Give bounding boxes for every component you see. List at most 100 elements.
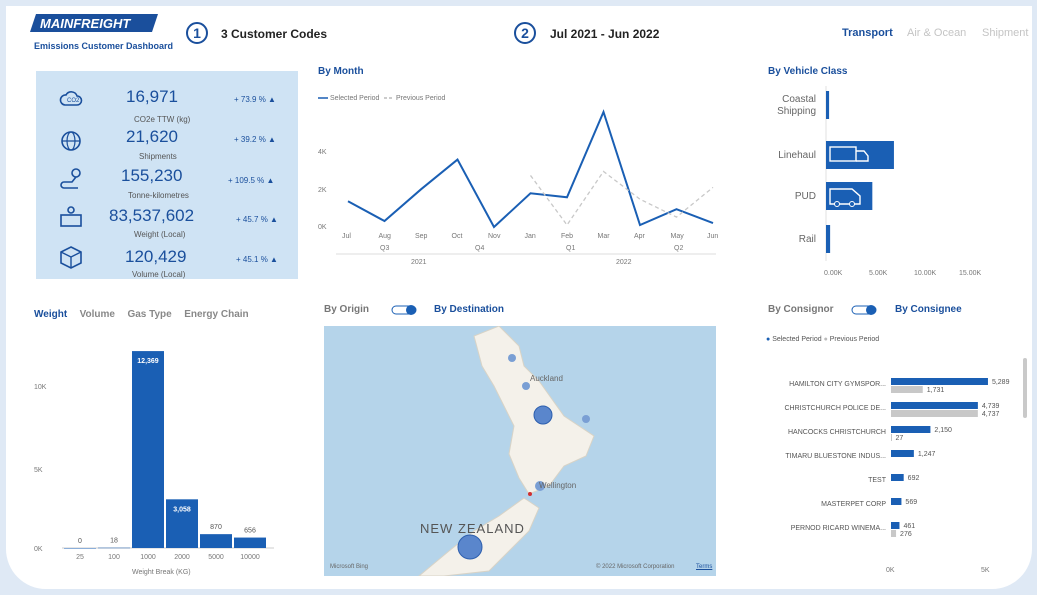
consignee-selected-bar[interactable] [891, 402, 978, 409]
consignee-selected-bar[interactable] [891, 426, 931, 433]
consignee-label: HANCOCKS CHRISTCHURCH [788, 429, 886, 436]
consignee-label: TEST [868, 477, 887, 484]
destination-toggle-label[interactable]: By Destination [434, 304, 504, 315]
kpi-volume-change: + 45.1 % ▲ [236, 255, 278, 264]
by-month-chart[interactable]: Selected Period Previous Period 4K 2K 0K… [316, 88, 726, 273]
consignee-selected-value: 569 [905, 499, 917, 506]
weight-break-chart[interactable]: 10K 5K 0K 0 25 18 100 12,369 1000 3,058 2000 870… [32, 331, 292, 576]
consignor-toggle-label[interactable]: By Consignor [768, 304, 834, 315]
consignee-previous-bar[interactable] [891, 410, 978, 417]
globe-icon [61, 131, 81, 151]
consignee-bars-group: HAMILTON CITY GYMSPOR... 5,289 1,731 CHRIST… [784, 378, 1010, 538]
map-bubble[interactable] [522, 382, 530, 390]
weight-bar-label: 12,369 [137, 358, 159, 365]
consignee-x-tick-0k: 0K [886, 567, 895, 574]
consignee-selected-bar[interactable] [891, 378, 988, 385]
map-copyright: © 2022 Microsoft Corporation [596, 564, 675, 570]
consignee-previous-value: 27 [895, 435, 903, 442]
customer-codes-selector[interactable]: 3 Customer Codes [221, 27, 327, 41]
tab-energy-chain[interactable]: Energy Chain [184, 309, 248, 320]
tab-air-ocean[interactable]: Air & Ocean [907, 27, 966, 39]
tab-gas-type[interactable]: Gas Type [127, 309, 171, 320]
x-tick-apr: Apr [634, 233, 646, 240]
map-city-auckland: Auckland [530, 374, 563, 383]
x-tick-nov: Nov [488, 233, 501, 240]
y-tick-5k: 5K [34, 467, 43, 474]
vehicle-bar[interactable] [826, 182, 873, 210]
vehicle-bar[interactable] [826, 91, 830, 119]
weight-bar-label: 3,058 [173, 506, 191, 513]
consignee-legend-selected: Selected Period [772, 336, 822, 343]
vehicle-label-rail: Rail [799, 234, 816, 245]
weight-x-tick: 10000 [240, 554, 260, 561]
selected-period-line[interactable] [347, 109, 714, 229]
consignee-legend-previous: Previous Period [829, 336, 880, 343]
tab-shipment[interactable]: Shipment [982, 27, 1028, 39]
vehicle-bar[interactable] [826, 141, 894, 169]
map-bubble[interactable] [582, 415, 590, 423]
tab-transport[interactable]: Transport [842, 27, 893, 39]
destination-map[interactable]: Auckland Wellington NEW ZEALAND Microsof… [324, 326, 716, 576]
scale-icon [60, 206, 82, 227]
consignee-label: TIMARU BLUESTONE INDUS... [785, 453, 886, 460]
map-terms-link[interactable]: Terms [696, 564, 712, 570]
consignee-label: MASTERPET CORP [821, 501, 886, 508]
vehicle-bar[interactable] [826, 225, 831, 253]
by-vehicle-chart[interactable]: CoastalShipping Linehaul PUD Rail 0.00K 5.00K… [746, 81, 1031, 281]
consignee-label: CHRISTCHURCH POLICE DE... [784, 405, 886, 412]
consignee-toggle-label[interactable]: By Consignee [895, 304, 962, 315]
origin-toggle-label[interactable]: By Origin [324, 304, 369, 315]
consignee-scrollbar[interactable] [1023, 358, 1027, 418]
x-tick-jun: Jun [707, 233, 718, 240]
consignee-selected-bar[interactable] [891, 474, 904, 481]
map-bubble[interactable] [457, 534, 483, 560]
y-tick-4k: 4K [318, 149, 327, 156]
by-consignee-chart[interactable]: HAMILTON CITY GYMSPOR... 5,289 1,731 CHRIST… [756, 356, 1026, 581]
x-tick-aug: Aug [379, 233, 392, 240]
consignee-previous-bar[interactable] [891, 530, 897, 537]
date-range-selector[interactable]: Jul 2021 - Jun 2022 [550, 27, 659, 41]
consignee-legend: ● Selected Period ● Previous Period [766, 336, 880, 343]
consignor-consignee-toggle[interactable] [851, 304, 879, 316]
x-tick-jan: Jan [525, 233, 536, 240]
map-bubble[interactable] [533, 405, 553, 425]
weight-bar-label: 870 [210, 524, 222, 531]
x-tick-jul: Jul [342, 233, 351, 240]
weight-bar[interactable] [132, 351, 164, 548]
weight-bar[interactable] [200, 534, 232, 548]
consignee-selected-bar[interactable] [891, 450, 914, 457]
weight-bar[interactable] [234, 537, 266, 548]
map-bubble[interactable] [508, 354, 516, 362]
x-tick-sep: Sep [415, 233, 428, 240]
consignee-selected-bar[interactable] [891, 498, 902, 505]
nz-map-shapes [418, 326, 595, 576]
kpi-volume-value: 120,429 [125, 247, 187, 266]
dashboard-title: Emissions Customer Dashboard [34, 41, 174, 51]
weight-bar[interactable] [64, 548, 96, 549]
weight-bar[interactable] [98, 547, 130, 549]
consignee-selected-bar[interactable] [891, 522, 900, 529]
x-tick-oct: Oct [452, 233, 463, 240]
previous-period-line[interactable] [529, 170, 714, 227]
consignee-previous-bar[interactable] [891, 386, 923, 393]
vehicle-x-tick: 15.00K [959, 270, 982, 277]
weight-x-tick: 25 [76, 554, 84, 561]
y-tick-2k: 2K [318, 187, 327, 194]
consignee-selected-value: 4,739 [982, 403, 1000, 410]
consignee-selected-value: 1,247 [918, 451, 936, 458]
by-vehicle-title: By Vehicle Class [768, 66, 848, 77]
vehicle-x-tick: 10.00K [914, 270, 937, 277]
by-month-title: By Month [318, 66, 364, 77]
step1-badge: 1 [186, 22, 208, 44]
consignee-previous-bar[interactable] [891, 434, 892, 441]
vehicle-label-coastal-shipping: Coastal [782, 94, 816, 105]
weight-bar-label: 0 [78, 538, 82, 545]
weight-bar-label: 18 [110, 538, 118, 545]
kpi-tonne-km-value: 155,230 [121, 166, 183, 185]
co2-cloud-icon: CO2 [59, 91, 83, 106]
route-pin-icon [60, 168, 81, 189]
tab-weight[interactable]: Weight [34, 309, 67, 320]
origin-destination-toggle[interactable] [391, 304, 419, 316]
tab-volume[interactable]: Volume [80, 309, 115, 320]
kpi-weight-change: + 45.7 % ▲ [236, 215, 278, 224]
